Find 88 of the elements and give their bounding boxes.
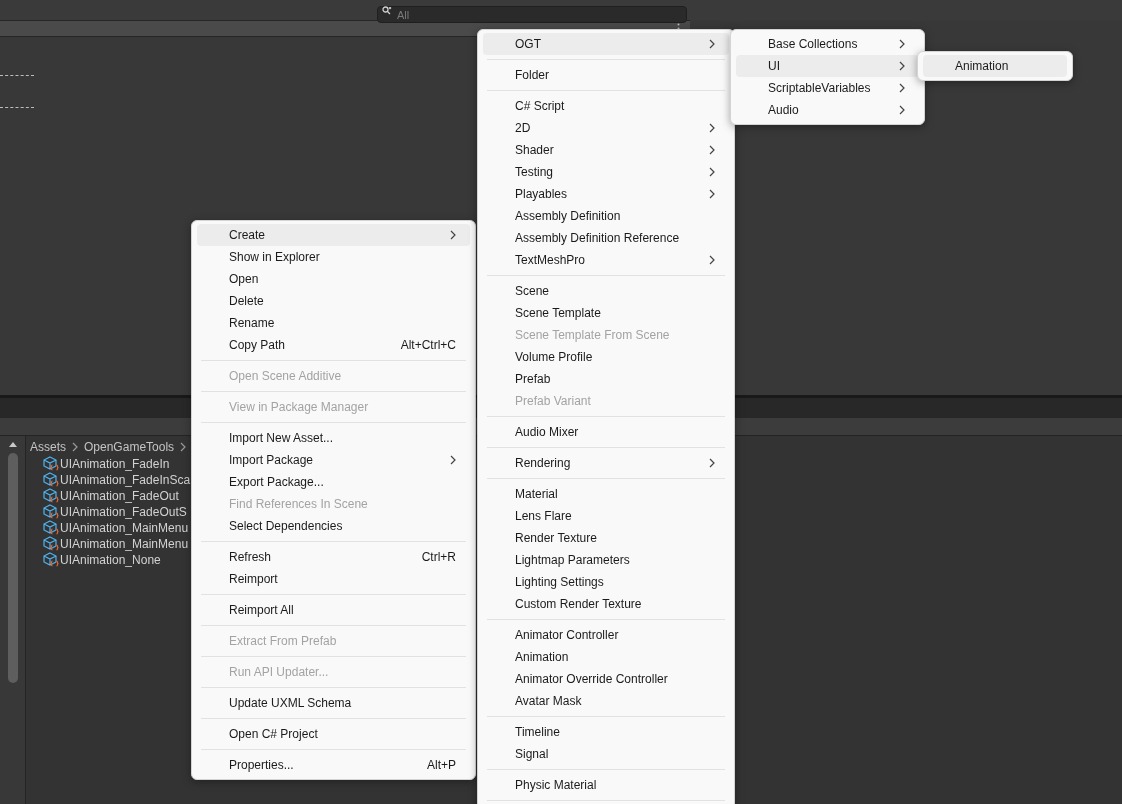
chevron-right-icon [899, 61, 905, 71]
menu-item[interactable]: Export Package... [197, 471, 470, 493]
menu-item[interactable]: Animation [923, 55, 1067, 77]
menu-item[interactable]: Animator Controller [483, 624, 729, 646]
menu-item[interactable]: Timeline [483, 721, 729, 743]
menu-item[interactable]: Assembly Definition [483, 205, 729, 227]
asset-name[interactable]: UIAnimation_FadeInSca [60, 471, 191, 489]
prefab-script-icon [43, 536, 59, 552]
prefab-script-icon [43, 520, 59, 536]
chevron-right-icon [709, 255, 715, 265]
chevron-right-icon [709, 167, 715, 177]
menu-item[interactable]: Playables [483, 183, 729, 205]
menu-item[interactable]: Properties... Alt+P [197, 754, 470, 776]
menu-item[interactable]: ScriptableVariables [736, 77, 919, 99]
chevron-right-icon [450, 455, 456, 465]
menu-item[interactable]: Create [197, 224, 470, 246]
chevron-right-icon [899, 83, 905, 93]
menu-item[interactable]: Lightmap Parameters [483, 549, 729, 571]
menu-item[interactable]: Rename [197, 312, 470, 334]
chevron-right-icon [450, 230, 456, 240]
chevron-right-icon [709, 189, 715, 199]
menu-item[interactable]: Volume Profile [483, 346, 729, 368]
chevron-right-icon [899, 105, 905, 115]
menu-item[interactable]: Open [197, 268, 470, 290]
asset-name[interactable]: UIAnimation_None [60, 551, 161, 569]
menu-item[interactable]: Delete [197, 290, 470, 312]
menu-item[interactable]: Folder [483, 64, 729, 86]
menu-item[interactable]: Avatar Mask [483, 690, 729, 712]
chevron-right-icon [709, 123, 715, 133]
asset-name[interactable]: UIAnimation_FadeOut [60, 487, 179, 505]
menu-item[interactable]: Material [483, 483, 729, 505]
menu-item[interactable]: Reimport [197, 568, 470, 590]
menu-item[interactable]: C# Script [483, 95, 729, 117]
chevron-right-icon [180, 442, 187, 452]
search-icon [382, 5, 392, 15]
menu-item[interactable]: Open C# Project [197, 723, 470, 745]
menu-item[interactable]: Render Texture [483, 527, 729, 549]
shortcut-label: Alt+P [427, 757, 456, 774]
menu-item[interactable]: Import Package [197, 449, 470, 471]
menu-item[interactable]: Shader [483, 139, 729, 161]
menu-item[interactable]: Physic Material [483, 774, 729, 796]
shortcut-label: Alt+Ctrl+C [400, 337, 456, 354]
menu-item[interactable]: Audio Mixer [483, 421, 729, 443]
prefab-script-icon [43, 552, 59, 568]
scroll-up-arrow-icon[interactable] [8, 442, 17, 447]
breadcrumb-link[interactable]: OpenGameTools [84, 438, 175, 456]
menu-item[interactable]: Show in Explorer [197, 246, 470, 268]
search-field[interactable]: All [377, 6, 687, 23]
menu-item[interactable]: Lens Flare [483, 505, 729, 527]
asset-name[interactable]: UIAnimation_MainMenu [60, 535, 189, 553]
menu-item[interactable]: Import New Asset... [197, 427, 470, 449]
menu-item[interactable]: Animator Override Controller [483, 668, 729, 690]
menu-item[interactable]: Refresh Ctrl+R [197, 546, 470, 568]
menu-item[interactable]: OGT [483, 33, 729, 55]
asset-name[interactable]: UIAnimation_FadeIn [60, 455, 170, 473]
prefab-script-icon [43, 456, 59, 472]
asset-name[interactable]: UIAnimation_FadeOutS [60, 503, 187, 521]
breadcrumb-link[interactable]: Assets [30, 438, 66, 456]
menu-item[interactable]: Lighting Settings [483, 571, 729, 593]
menu-item[interactable]: Animation [483, 646, 729, 668]
menu-item[interactable]: Custom Render Texture [483, 593, 729, 615]
menu-item[interactable]: TextMeshPro [483, 249, 729, 271]
menu-item[interactable]: Signal [483, 743, 729, 765]
prefab-script-icon [43, 472, 59, 488]
prefab-script-icon [43, 488, 59, 504]
chevron-right-icon [72, 442, 78, 452]
menu-item[interactable]: Base Collections [736, 33, 919, 55]
menu-item[interactable]: Audio [736, 99, 919, 121]
menu-item[interactable]: 2D [483, 117, 729, 139]
scrollbar-thumb[interactable] [7, 453, 18, 683]
menu-item[interactable]: Testing [483, 161, 729, 183]
menu-item[interactable]: UI [736, 55, 919, 77]
menu-item[interactable]: Copy Path Alt+Ctrl+C [197, 334, 470, 356]
menu-item[interactable]: Reimport All [197, 599, 470, 621]
shortcut-label: Ctrl+R [421, 549, 456, 566]
menu-item[interactable]: Prefab [483, 368, 729, 390]
menu-item[interactable]: Update UXML Schema [197, 692, 470, 714]
menu-item[interactable]: Scene Template [483, 302, 729, 324]
chevron-right-icon [709, 39, 715, 49]
prefab-script-icon [43, 504, 59, 520]
menu-item[interactable]: Rendering [483, 452, 729, 474]
chevron-right-icon [709, 458, 715, 468]
menu-item[interactable]: Select Dependencies [197, 515, 470, 537]
chevron-right-icon [899, 39, 905, 49]
chevron-right-icon [709, 145, 715, 155]
menu-item[interactable]: Assembly Definition Reference [483, 227, 729, 249]
menu-item[interactable]: Scene [483, 280, 729, 302]
asset-name[interactable]: UIAnimation_MainMenu [60, 519, 189, 537]
